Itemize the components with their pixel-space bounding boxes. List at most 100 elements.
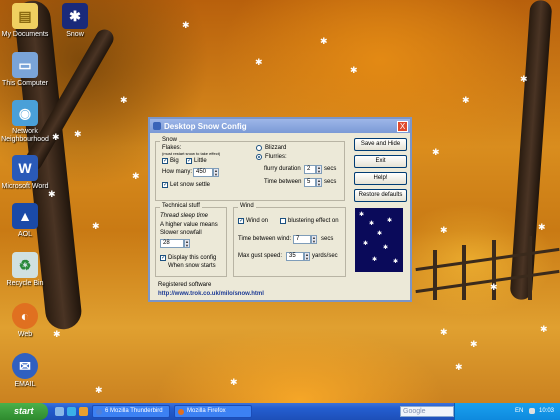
snowflake: ✱	[132, 171, 140, 181]
snow-group-label: Snow	[160, 137, 180, 143]
desktop-icon-word[interactable]: W Microsoft Word	[0, 155, 55, 191]
close-button[interactable]: X	[397, 120, 408, 132]
big-checkbox[interactable]: ✓	[162, 158, 168, 164]
clock[interactable]: 10:03	[539, 408, 554, 414]
display-config-checkbox[interactable]: ✓	[160, 255, 166, 261]
desktop-icon-label: Network Neighbourhood	[1, 128, 49, 143]
snowflake: ✱	[95, 385, 103, 395]
sleep-time-spinner[interactable]: ▲ ▼	[184, 239, 190, 248]
recycle-bin-icon: ♻	[12, 252, 38, 278]
let-snow-settle-checkbox[interactable]: ✓	[162, 182, 168, 188]
taskbar-item-thunderbird[interactable]: 6 Mozilla Thunderbird	[92, 405, 170, 418]
max-gust-spinner[interactable]: ▲ ▼	[304, 252, 310, 261]
desktop-icon-aol[interactable]: ▲ AOL	[0, 203, 55, 239]
desktop-icon-label: This Computer	[2, 80, 48, 87]
firefox-icon: ◐	[12, 303, 38, 329]
snowflake: ✱	[372, 257, 378, 263]
how-many-input[interactable]: 450	[193, 168, 213, 177]
snowflake: ✱	[182, 20, 190, 30]
slower-snowfall-label: Slower snowfall	[160, 230, 202, 236]
dialog-title: Desktop Snow Config	[164, 121, 247, 131]
blizzard-radio[interactable]	[256, 145, 262, 151]
snowflake: ✱	[359, 212, 365, 218]
snowflake: ✱	[74, 129, 82, 139]
taskbar-item-firefox[interactable]: Mozilla Firefox	[174, 405, 252, 418]
blizzard-label: Blizzard	[265, 145, 287, 151]
snow-config-dialog: Desktop Snow Config X Snow Flakes: (must…	[148, 117, 412, 302]
dialog-titlebar[interactable]: Desktop Snow Config X	[150, 119, 410, 133]
network-icon: ◉	[12, 100, 38, 126]
snowflake: ✱	[540, 324, 548, 334]
time-between-wind-secs-label: secs	[321, 236, 334, 242]
wind-on-checkbox[interactable]: ✓	[238, 218, 244, 224]
desktop-icon-recycle-bin[interactable]: ♻ Recycle Bin	[0, 252, 55, 288]
exit-button[interactable]: Exit	[354, 155, 407, 168]
higher-value-label: A higher value means	[160, 222, 218, 228]
snowflake: ✱	[383, 245, 389, 251]
quicklaunch-media-icon[interactable]	[79, 407, 88, 416]
snowflake: ✱	[490, 282, 498, 292]
homepage-link[interactable]: http://www.trok.co.uk/milo/snow.html	[158, 291, 264, 297]
blustering-checkbox[interactable]	[280, 218, 286, 224]
wind-on-label: Wind on	[246, 218, 269, 224]
flurries-radio[interactable]	[256, 154, 262, 160]
google-search-box[interactable]: Google	[400, 406, 454, 417]
taskbar-item-label: Mozilla Firefox	[187, 408, 226, 414]
snowflake: ✱	[520, 74, 528, 84]
time-between-wind-input[interactable]: 7	[293, 235, 311, 244]
wind-group-label: Wind	[238, 203, 256, 209]
time-between-wind-label: Time between wind:	[238, 236, 292, 242]
snowflake: ✱	[369, 221, 375, 227]
flurry-duration-secs-label: secs	[324, 166, 337, 172]
sleep-time-input[interactable]: 28	[160, 239, 184, 248]
how-many-spinner[interactable]: ▲ ▼	[213, 168, 219, 177]
snow-preview: ✱ ✱ ✱ ✱ ✱ ✱ ✱ ✱	[355, 208, 403, 272]
desktop-icon-label: Snow	[66, 31, 84, 38]
quicklaunch-desktop-icon[interactable]	[55, 407, 64, 416]
snowflake: ✱	[350, 65, 358, 75]
let-snow-settle-label: Let snow settle	[170, 182, 211, 188]
flakes-note: (must restart snow to take effect)	[162, 151, 221, 156]
firefox-icon	[178, 409, 184, 415]
desktop-icon-email[interactable]: ✉ EMAIL	[0, 353, 55, 389]
taskbar: start 6 Mozilla Thunderbird Mozilla Fire…	[0, 403, 560, 420]
system-tray: EN 10:03	[454, 403, 560, 420]
desktop-icon-web[interactable]: ◐ Web	[0, 303, 55, 339]
app-icon	[153, 122, 161, 130]
time-between-spinner[interactable]: ▲ ▼	[316, 178, 322, 187]
quicklaunch-ie-icon[interactable]	[67, 407, 76, 416]
desktop-icon-this-computer[interactable]: ▭ This Computer	[0, 52, 55, 88]
technical-group: Technical stuff Thread sleep time A high…	[155, 203, 227, 277]
snowflake: ✱	[432, 147, 440, 157]
save-and-hide-button[interactable]: Save and Hide	[354, 138, 407, 151]
snow-group: Snow Flakes: (must restart snow to take …	[155, 137, 345, 201]
snowflake: ✱	[538, 222, 546, 232]
fence-post-1	[433, 250, 437, 300]
fence-post-4	[528, 236, 532, 300]
desktop-icon-snow[interactable]: ✱ Snow	[45, 3, 105, 39]
little-label: Little	[194, 158, 207, 164]
language-indicator[interactable]: EN	[515, 408, 523, 414]
registered-label: Registered software	[158, 282, 212, 288]
time-between-wind-spinner[interactable]: ▲ ▼	[311, 235, 317, 244]
snowflake: ✱	[393, 259, 399, 265]
max-gust-input[interactable]: 35	[286, 252, 304, 261]
time-between-input[interactable]: 5	[304, 178, 316, 187]
tray-icon[interactable]	[529, 408, 535, 414]
snowflake: ✱	[120, 95, 128, 105]
desktop-icon-network[interactable]: ◉ Network Neighbourhood	[0, 100, 55, 144]
flurry-duration-input[interactable]: 2	[304, 165, 316, 174]
fence-rail-top	[415, 247, 560, 272]
flurry-duration-spinner[interactable]: ▲ ▼	[316, 165, 322, 174]
help-button[interactable]: Help!	[354, 172, 407, 185]
restore-defaults-button[interactable]: Restore defaults	[354, 189, 407, 202]
display-config-label: Display this config	[168, 255, 217, 261]
thunderbird-icon	[96, 409, 102, 415]
snowflake: ✱	[377, 231, 383, 237]
desktop-icon-label: AOL	[17, 231, 32, 238]
desktop-icon-label: Recycle Bin	[6, 280, 44, 287]
time-between-secs-label: secs	[324, 179, 337, 185]
little-checkbox[interactable]: ✓	[186, 158, 192, 164]
yards-per-sec-label: yards/sec	[312, 253, 338, 259]
start-button[interactable]: start	[0, 403, 48, 420]
